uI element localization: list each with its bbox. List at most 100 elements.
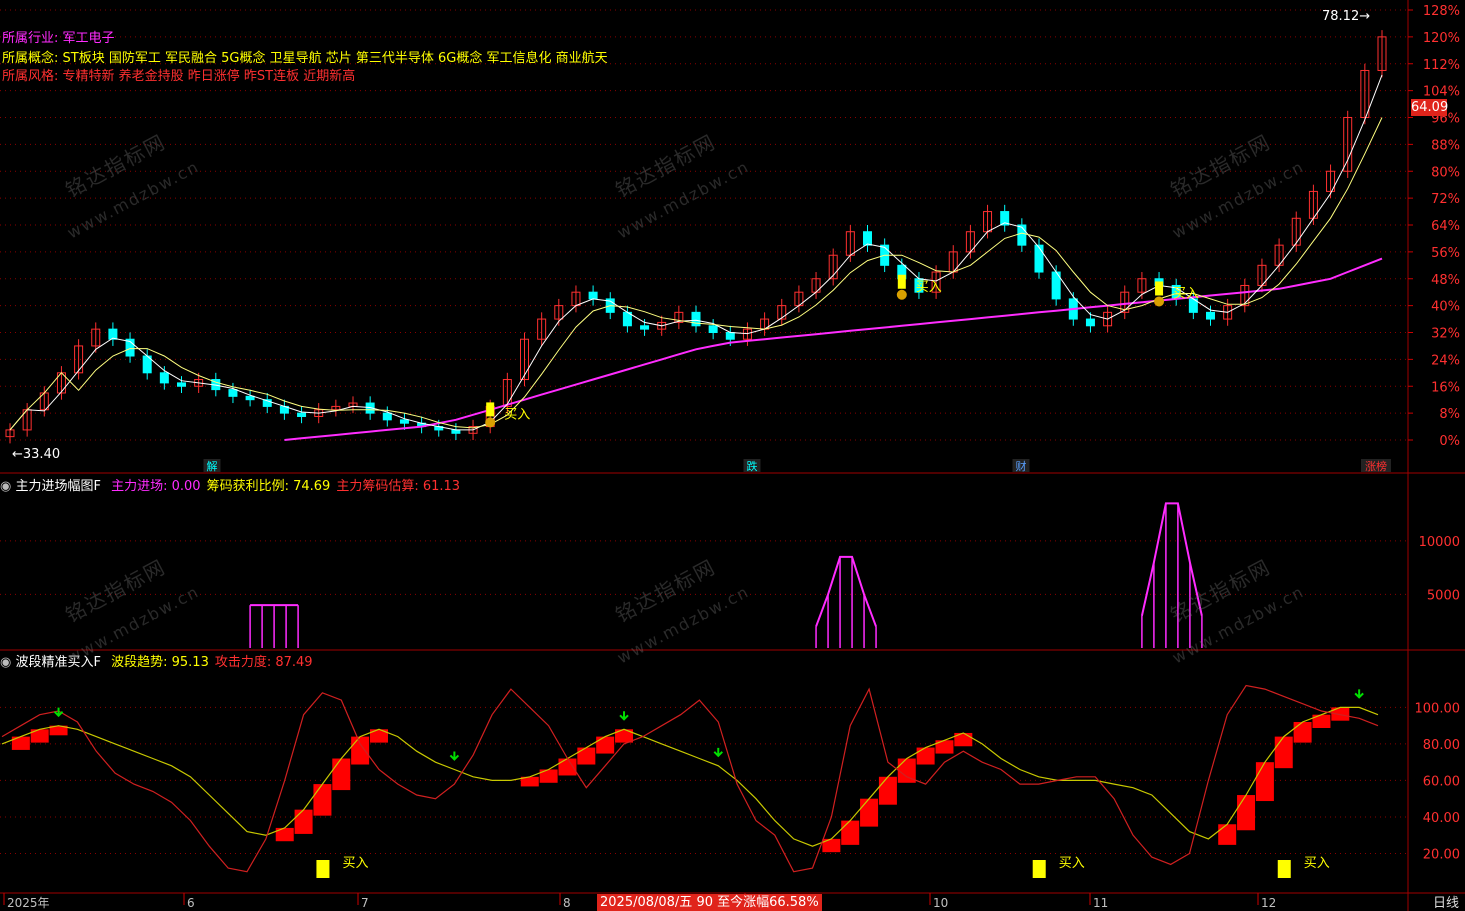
candle xyxy=(177,382,186,387)
y-tick-label: 40.00 xyxy=(1423,811,1460,826)
money-bag-icon xyxy=(485,417,496,428)
main-force-panel xyxy=(249,502,1203,648)
y-tick-label: 60.00 xyxy=(1423,774,1460,789)
y-tick-label: 32% xyxy=(1431,327,1460,342)
y-tick-label: 10000 xyxy=(1419,535,1460,550)
candle xyxy=(1034,244,1044,273)
trend-up-block xyxy=(1218,824,1237,845)
candle xyxy=(1085,318,1095,327)
event-tag-label: 财 xyxy=(1016,459,1027,473)
event-tag-label: 涨榜 xyxy=(1365,459,1387,473)
sell-arrow-icon xyxy=(713,747,723,758)
trend-up-block xyxy=(860,798,879,827)
readout: 主力进场: 0.00 xyxy=(111,479,201,494)
x-tick-label: 8 xyxy=(563,896,571,910)
y-tick-label: 128% xyxy=(1423,4,1460,19)
x-tick-label: 2025年 xyxy=(7,896,50,910)
current-price-marker: 64.09 xyxy=(1411,99,1449,116)
buy-marker xyxy=(316,860,330,878)
trend-up-block xyxy=(313,784,332,816)
sell-arrow-icon xyxy=(619,711,629,721)
x-tick-label: 12 xyxy=(1261,896,1276,910)
money-bag-icon xyxy=(1154,296,1165,307)
band-buy-panel: 买入 买入 买入 xyxy=(1,684,1379,878)
candle xyxy=(708,325,718,333)
trend-line xyxy=(1,706,1379,847)
panel2-header: ◉ 主力进场幅图F 主力进场: 0.00 筹码获利比例: 74.69 主力筹码估算:… xyxy=(0,475,460,494)
y-tick-label: 80.00 xyxy=(1423,738,1460,753)
trend-up-block xyxy=(596,736,615,754)
industry-value[interactable]: 军工电子 xyxy=(63,31,115,46)
candle xyxy=(588,291,598,300)
y-tick-label: 48% xyxy=(1431,273,1460,288)
buy-marker xyxy=(1277,860,1291,878)
x-tick-label: 6 xyxy=(187,896,195,910)
concept-label: 所属概念: xyxy=(2,51,59,66)
trend-up-block xyxy=(294,809,313,834)
y-tick-label: 64% xyxy=(1431,219,1460,234)
trend-up-block xyxy=(916,747,935,765)
candle xyxy=(245,395,255,401)
y-tick-label: 20.00 xyxy=(1423,847,1460,862)
readout-value: 87.49 xyxy=(275,655,313,670)
collapse-icon[interactable]: ◉ xyxy=(0,655,11,670)
event-tag-label: 解 xyxy=(207,459,218,473)
money-bag-icon xyxy=(896,289,907,300)
candle xyxy=(159,372,169,384)
date-readout: 2025/08/08/五 90 至今涨幅66.58% xyxy=(597,894,822,911)
buy-label: 买入 xyxy=(1304,856,1330,871)
trend-up-block xyxy=(841,820,860,845)
attack-line xyxy=(1,684,1379,873)
y-tick-label: 104% xyxy=(1423,85,1460,100)
buy-label: 买入 xyxy=(342,856,368,871)
sell-arrow-icon xyxy=(1354,689,1364,699)
buy-marker xyxy=(486,402,495,417)
buy-marker xyxy=(897,274,906,289)
x-tick-label: 11 xyxy=(1093,896,1108,910)
industry-row: 所属行业: 军工电子 xyxy=(2,27,115,46)
y-tick-label: 100.00 xyxy=(1415,701,1461,716)
readout: 主力筹码估算: 61.13 xyxy=(336,479,461,494)
y-tick-label: 88% xyxy=(1431,138,1460,153)
panel2-title[interactable]: 主力进场幅图F xyxy=(15,479,100,494)
period-label[interactable]: 日线 xyxy=(1433,892,1459,911)
collapse-icon[interactable]: ◉ xyxy=(0,479,11,494)
y-tick-label: 24% xyxy=(1431,353,1460,368)
trend-up-block xyxy=(558,758,577,776)
industry-label: 所属行业: xyxy=(2,31,59,46)
buy-label: 买入 xyxy=(504,407,530,422)
event-tag-label: 跌 xyxy=(747,459,758,473)
main-force-outline xyxy=(815,555,877,627)
style-value[interactable]: 专精特新 养老金持股 昨日涨停 昨ST连板 近期新高 xyxy=(63,69,356,84)
y-tick-label: 56% xyxy=(1431,246,1460,261)
style-row: 所属风格: 专精特新 养老金持股 昨日涨停 昨ST连板 近期新高 xyxy=(2,65,355,84)
trend-up-block xyxy=(332,758,351,791)
candle xyxy=(228,389,238,397)
sell-arrow-icon xyxy=(53,707,64,718)
panel3-header: ◉ 波段精准买入F 波段趋势: 95.13 攻击力度: 87.49 xyxy=(0,651,313,670)
readout: 攻击力度: 87.49 xyxy=(214,655,313,670)
low-price-label: ←33.40 xyxy=(12,447,60,462)
trend-up-block xyxy=(351,736,370,765)
panel3-readouts: 波段趋势: 95.13 攻击力度: 87.49 xyxy=(105,655,312,670)
trend-up-block xyxy=(577,747,596,765)
buy-marker xyxy=(1032,860,1046,878)
y-tick-label: 72% xyxy=(1431,192,1460,207)
candle xyxy=(863,231,872,246)
readout: 筹码获利比例: 74.69 xyxy=(206,479,331,494)
trend-up-block xyxy=(1255,762,1274,802)
candle xyxy=(382,412,392,421)
ma-long-line xyxy=(284,257,1383,441)
candle xyxy=(725,332,735,340)
y-tick-label: 120% xyxy=(1423,31,1460,46)
candle xyxy=(297,412,307,417)
concept-value[interactable]: ST板块 国防军工 军民融合 5G概念 卫星导航 芯片 第三代半导体 6G概念 … xyxy=(63,51,608,66)
buy-marker xyxy=(1155,281,1164,296)
x-tick-label: 10 xyxy=(933,896,948,910)
candle xyxy=(1206,311,1215,320)
y-tick-label: 8% xyxy=(1439,407,1460,422)
candle xyxy=(451,429,461,434)
trend-up-block xyxy=(1237,795,1256,831)
readout-value: 0.00 xyxy=(171,479,201,494)
buy-label: 买入 xyxy=(916,280,942,295)
